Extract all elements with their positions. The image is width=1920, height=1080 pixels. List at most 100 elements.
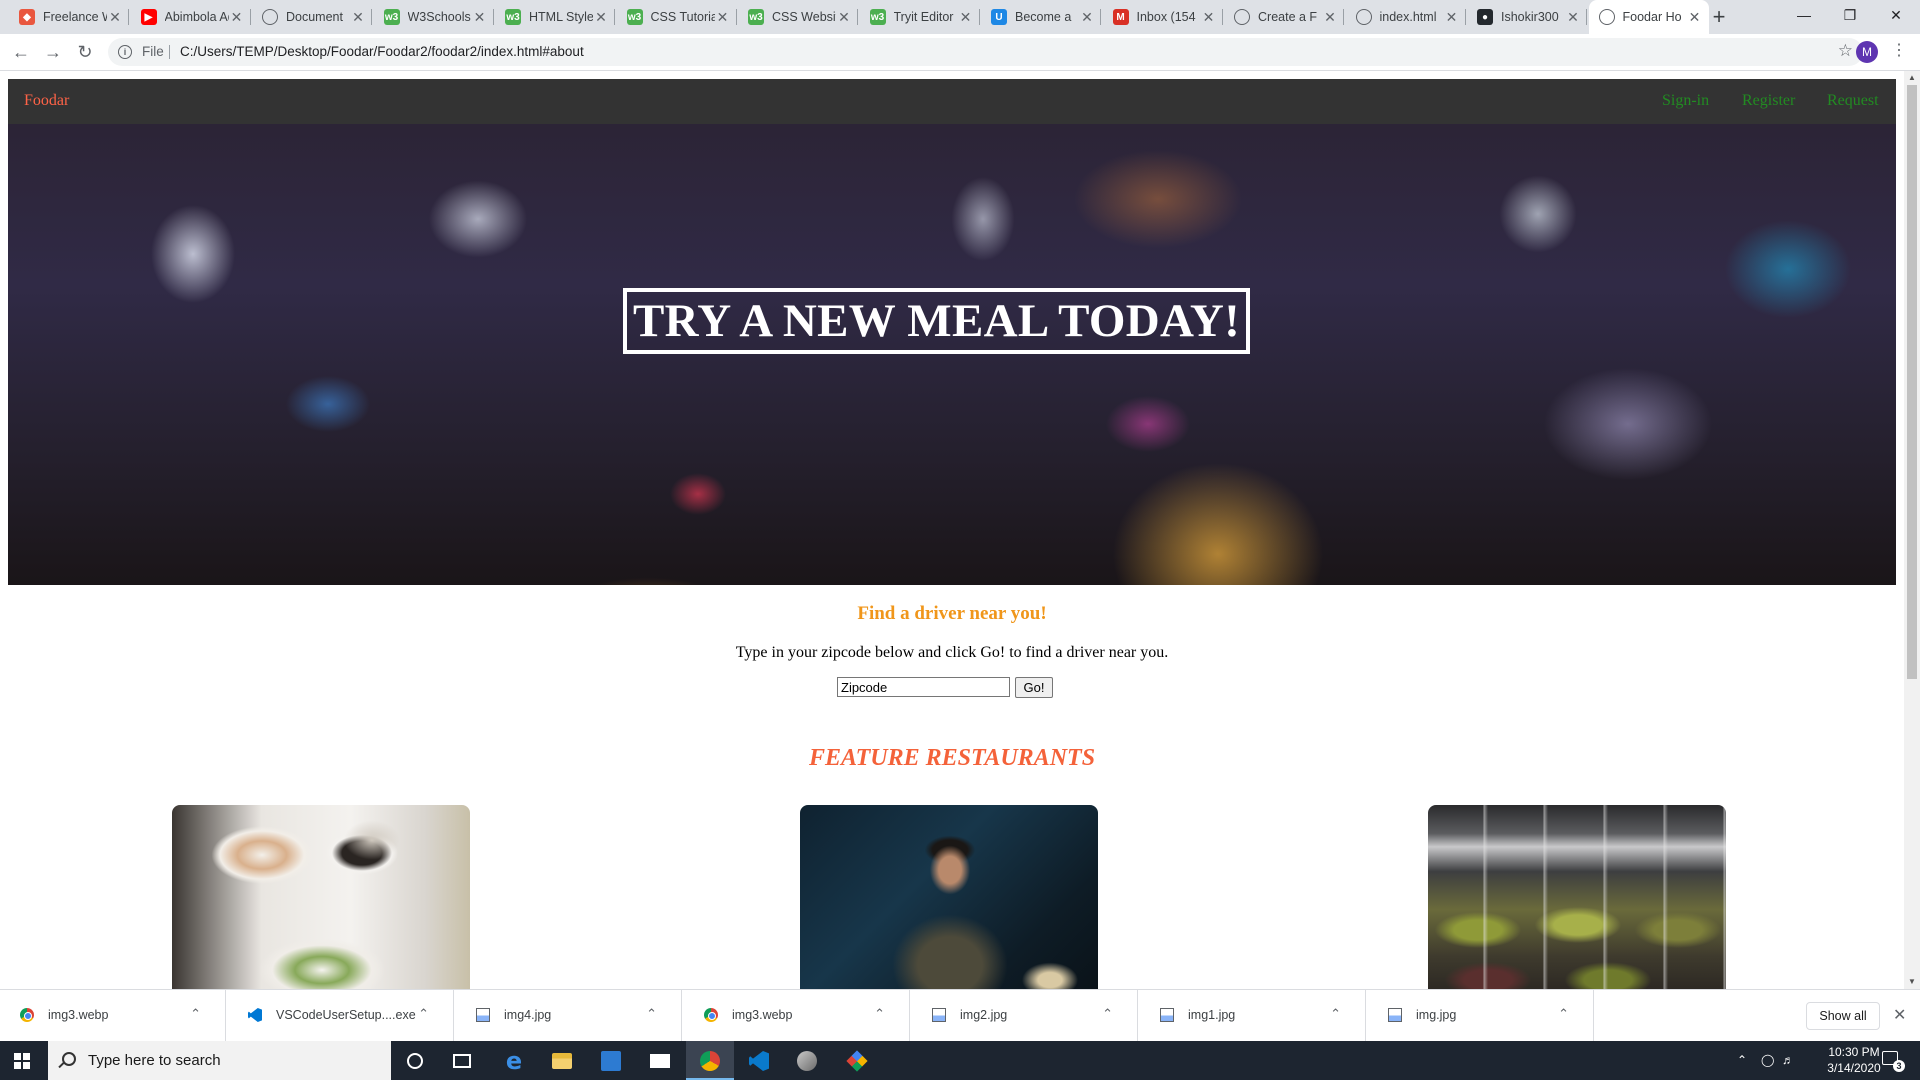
taskbar-search[interactable]: Type here to search [48,1041,391,1080]
info-icon[interactable]: i [118,45,132,59]
url-text[interactable]: C:/Users/TEMP/Desktop/Foodar/Foodar2/foo… [180,44,584,59]
close-tab-icon[interactable]: ✕ [229,9,245,26]
tab-divider [1586,9,1587,25]
chevron-up-icon[interactable]: ⌃ [1102,1006,1113,1022]
browser-tab[interactable]: ▶ Abimbola Ade✕ [131,0,251,34]
browser-tab[interactable]: M Inbox (154 ✕ [1103,0,1223,34]
taskbar-mail[interactable] [636,1041,684,1080]
taskbar-app-gear[interactable] [783,1041,831,1080]
download-item[interactable]: img1.jpg ⌃ [1140,990,1366,1042]
close-tab-icon[interactable]: ✕ [1565,9,1581,26]
address-bar[interactable]: i File C:/Users/TEMP/Desktop/Foodar/Food… [108,38,1863,66]
download-filename: img4.jpg [504,1008,552,1022]
w3schools-icon: w3 [626,9,643,25]
browser-tab[interactable]: w3 Tryit Editor ✕ [860,0,980,34]
close-tab-icon[interactable]: ✕ [107,9,123,26]
cortana-button[interactable] [391,1041,439,1080]
taskbar-file-explorer[interactable] [538,1041,586,1080]
browser-tab[interactable]: Document ✕ [252,0,372,34]
edge-icon: e [505,1047,523,1075]
menu-kebab-icon[interactable]: ⋮ [1891,40,1907,60]
tab-divider [735,9,737,25]
minimize-button[interactable]: — [1781,0,1827,30]
close-tab-icon[interactable]: ✕ [350,9,366,26]
taskbar-store[interactable] [587,1041,635,1080]
brand-logo[interactable]: Foodar [24,92,69,110]
clock-date: 3/14/2020 [1827,1061,1881,1075]
bookmark-star-icon[interactable]: ☆ [1838,41,1853,61]
task-view-button[interactable] [439,1041,487,1080]
browser-tab[interactable]: Foodar Ho ✕ [1588,0,1709,34]
notification-count: 3 [1893,1060,1905,1072]
nav-link-register[interactable]: Register [1742,92,1795,110]
close-tab-icon[interactable]: ✕ [715,9,731,26]
show-all-button[interactable]: Show all [1806,1002,1880,1030]
nav-link-request[interactable]: Request [1827,92,1879,110]
scroll-up-icon[interactable]: ▲ [1904,71,1920,85]
close-tab-icon[interactable]: ✕ [593,9,609,26]
scroll-down-icon[interactable]: ▼ [1904,975,1920,989]
download-filename: VSCodeUserSetup....exe [276,1008,416,1022]
download-item[interactable]: img2.jpg ⌃ [912,990,1138,1042]
close-tab-icon[interactable]: ✕ [472,9,488,26]
chevron-up-icon[interactable]: ⌃ [190,1006,201,1022]
restaurant-image-food[interactable] [172,805,470,989]
chevron-up-icon[interactable]: ⌃ [418,1006,429,1022]
close-tab-icon[interactable]: ✕ [1444,9,1460,26]
browser-tab[interactable]: w3 W3Schools ✕ [374,0,494,34]
tray-chevron-icon[interactable]: ⌃ [1737,1053,1747,1067]
chevron-up-icon[interactable]: ⌃ [1558,1006,1569,1022]
back-icon[interactable]: ← [9,40,33,64]
download-item[interactable]: img3.webp ⌃ [0,990,226,1042]
taskbar-clock[interactable]: 10:30 PM 3/14/2020 [1819,1044,1889,1076]
wifi-icon[interactable]: ◯ [1761,1053,1774,1067]
zipcode-input[interactable] [837,677,1010,697]
download-item[interactable]: VSCodeUserSetup....exe ⌃ [228,990,454,1042]
download-item[interactable]: img4.jpg ⌃ [456,990,682,1042]
reload-icon[interactable]: ↻ [73,40,97,64]
close-tab-icon[interactable]: ✕ [958,9,974,26]
go-button[interactable]: Go! [1015,677,1053,698]
browser-tab[interactable]: Create a F ✕ [1224,0,1344,34]
browser-tab[interactable]: U Become a ✕ [981,0,1101,34]
tab-divider [978,9,980,25]
close-tab-icon[interactable]: ✕ [836,9,852,26]
taskbar-edge[interactable]: e [490,1041,538,1080]
forward-icon[interactable]: → [41,40,65,64]
taskbar-gitkraken[interactable] [833,1041,881,1080]
restore-button[interactable]: ❐ [1827,0,1873,30]
close-shelf-icon[interactable]: ✕ [1893,1005,1906,1025]
windows-start-icon[interactable] [14,1053,30,1069]
download-item[interactable]: img.jpg ⌃ [1368,990,1594,1042]
taskbar-vscode[interactable] [735,1041,783,1080]
chevron-up-icon[interactable]: ⌃ [874,1006,885,1022]
tab-divider [492,9,494,25]
profile-avatar[interactable]: M [1856,41,1878,63]
tab-label: HTML Styles [529,10,593,24]
scroll-thumb[interactable] [1907,85,1917,679]
browser-tab[interactable]: ● Ishokir300 ✕ [1467,0,1587,34]
close-tab-icon[interactable]: ✕ [1687,9,1703,26]
volume-icon[interactable]: ♬ [1782,1053,1794,1067]
browser-tab[interactable]: w3 HTML Styles ✕ [495,0,615,34]
browser-tab[interactable]: index.html ✕ [1346,0,1466,34]
restaurant-image-olives[interactable] [1428,805,1726,989]
folder-icon [552,1053,572,1069]
chevron-up-icon[interactable]: ⌃ [1330,1006,1341,1022]
restaurant-image-diner[interactable] [800,805,1098,989]
taskbar-chrome[interactable] [686,1041,734,1080]
close-window-button[interactable]: ✕ [1873,0,1919,30]
nav-link-sign-in[interactable]: Sign-in [1662,92,1709,110]
browser-tab[interactable]: w3 CSS Website✕ [738,0,858,34]
close-tab-icon[interactable]: ✕ [1201,9,1217,26]
close-tab-icon[interactable]: ✕ [1079,9,1095,26]
new-tab-button[interactable]: + [1706,4,1732,30]
page-scrollbar[interactable]: ▲ ▼ [1904,71,1920,989]
download-item[interactable]: img3.webp ⌃ [684,990,910,1042]
browser-tab[interactable]: w3 CSS Tutorial ✕ [617,0,737,34]
chevron-up-icon[interactable]: ⌃ [646,1006,657,1022]
chrome-icon [20,1008,34,1022]
browser-tab[interactable]: ◆ Freelance Web✕ [9,0,129,34]
download-filename: img1.jpg [1188,1008,1236,1022]
close-tab-icon[interactable]: ✕ [1322,9,1338,26]
